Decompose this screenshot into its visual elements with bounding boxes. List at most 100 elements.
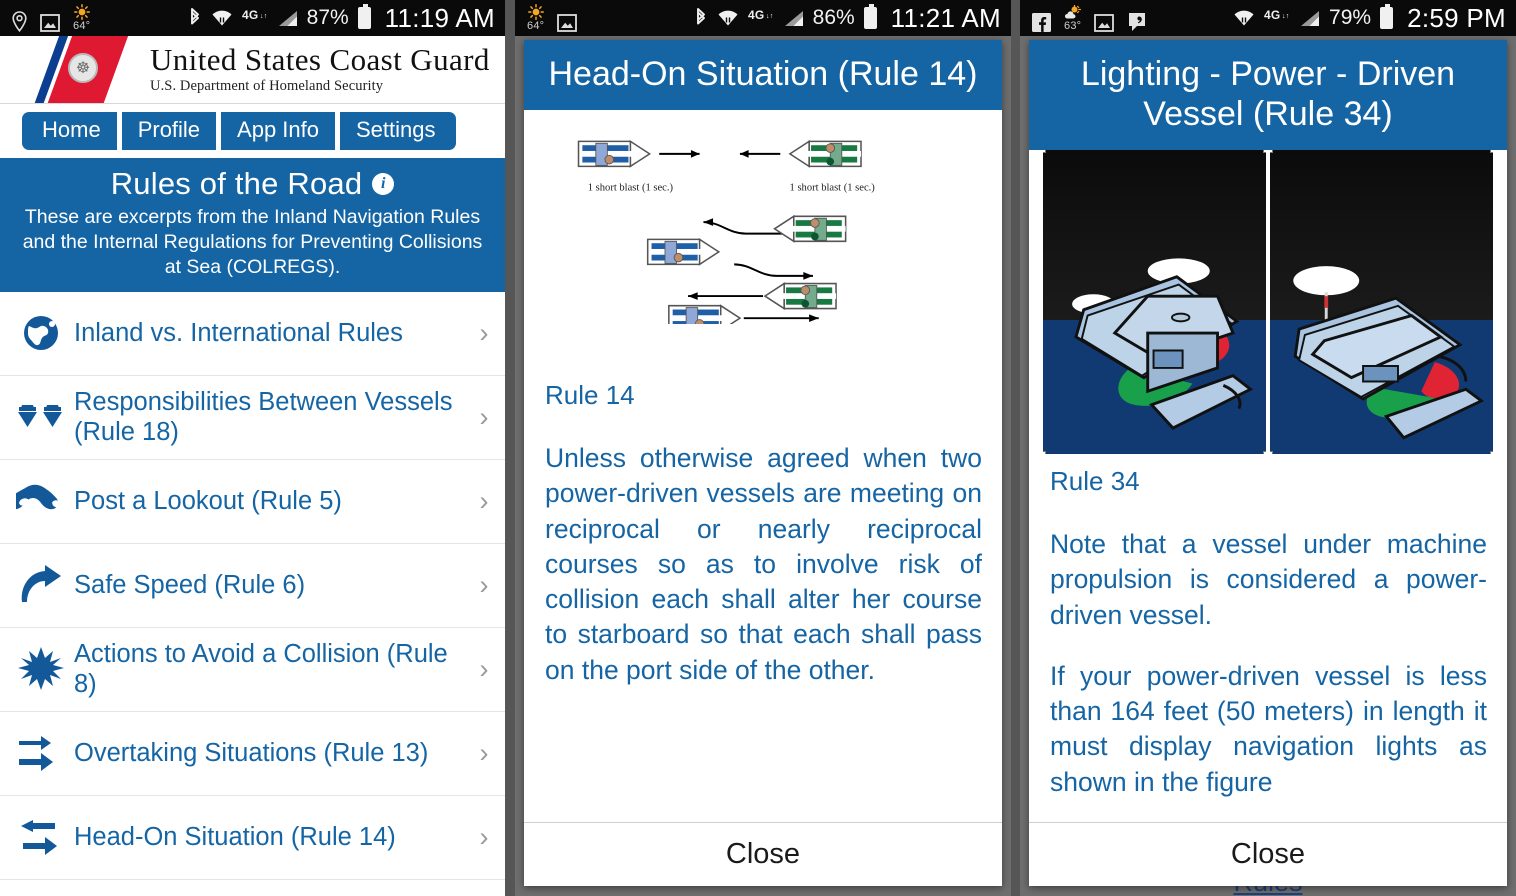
boat-blue-3	[668, 304, 742, 333]
screenshot-divider-2	[1011, 0, 1020, 896]
close-button[interactable]: Close	[726, 838, 800, 871]
signal-bars-icon	[783, 9, 804, 28]
status-bar-right-icons: 4G ↓↑ 86% 11:21 AM	[694, 3, 1001, 34]
top-nav-tabs: Home Profile App Info Settings	[0, 104, 505, 158]
battery-percent: 79%	[1329, 6, 1372, 29]
status-temperature: 63°	[1064, 19, 1082, 32]
list-item-post-a-lookout[interactable]: Post a Lookout (Rule 5) ›	[0, 460, 505, 544]
hangouts-icon	[1127, 12, 1147, 32]
rule-detail-dialog: Lighting - Power - Driven Vessel (Rule 3…	[1029, 40, 1507, 886]
picture-icon	[40, 14, 60, 32]
list-item-label: Post a Lookout (Rule 5)	[74, 487, 342, 516]
list-item-responsibilities-between-vessels[interactable]: Responsibilities Between Vessels (Rule 1…	[0, 376, 505, 460]
svg-text:↓↑: ↓↑	[260, 13, 267, 20]
dialog-title: Lighting - Power - Driven Vessel (Rule 3…	[1029, 40, 1507, 151]
status-bar: 63° 4G ↓↑ 79% 2:59 PM	[1020, 0, 1516, 36]
chevron-right-icon: ›	[479, 653, 489, 684]
lte-4g-icon: 4G ↓↑	[242, 8, 268, 28]
coast-guard-emblem-icon: ☸	[68, 52, 98, 83]
screen-lighting-power-driven-vessel-dialog: 63° 4G ↓↑ 79% 2:59 PM Lighting - Power -…	[1020, 0, 1516, 896]
battery-icon	[357, 4, 371, 29]
wifi-icon	[1233, 8, 1255, 28]
chevron-right-icon: ›	[479, 485, 489, 516]
list-item-actions-to-avoid-a-collision[interactable]: Actions to Avoid a Collision (Rule 8) ›	[0, 628, 505, 712]
app-brand-bar: ☸ United States Coast Guard U.S. Departm…	[0, 36, 505, 104]
two-vessels-icon	[8, 397, 74, 437]
svg-text:4G: 4G	[242, 8, 258, 22]
tab-profile[interactable]: Profile	[119, 112, 217, 150]
tab-settings[interactable]: Settings	[338, 112, 456, 150]
list-item-label: Head-On Situation (Rule 14)	[74, 823, 396, 852]
vessel-illustration-2	[1293, 266, 1485, 440]
selection-handle[interactable]	[1043, 150, 1046, 154]
battery-percent: 87%	[306, 6, 349, 29]
wifi-icon	[717, 8, 739, 28]
head-on-situation-diagram: 1 short blast (1 sec.) 1 short blast (1 …	[524, 110, 1002, 368]
status-bar-left-icons: 64°	[12, 4, 90, 32]
picture-icon	[1094, 13, 1115, 32]
selection-handle[interactable]	[1270, 150, 1273, 154]
navigation-lights-figure	[1029, 150, 1507, 455]
selection-handle[interactable]	[1263, 150, 1266, 154]
list-item-overtaking-situations[interactable]: Overtaking Situations (Rule 13) ›	[0, 712, 505, 796]
boat-blue-2	[646, 238, 721, 266]
brand-subtitle: U.S. Department of Homeland Security	[150, 77, 384, 94]
weather-sun-icon: 64°	[527, 4, 544, 32]
list-item-label: Actions to Avoid a Collision (Rule 8)	[74, 640, 448, 699]
chevron-right-icon: ›	[479, 821, 489, 852]
clock-time: 11:21 AM	[890, 2, 1001, 33]
svg-text:↓↑: ↓↑	[766, 13, 773, 20]
brand-title: United States Coast Guard	[150, 42, 490, 78]
clock-time: 2:59 PM	[1407, 2, 1506, 33]
selection-handle[interactable]	[1490, 150, 1493, 154]
wifi-icon	[211, 8, 233, 28]
chevron-right-icon: ›	[479, 737, 489, 768]
boat-green-2	[773, 215, 847, 243]
section-description: These are excerpts from the Inland Navig…	[22, 206, 483, 278]
status-bar: 64° 4G ↓↑ 86% 11:21 AM	[515, 0, 1011, 36]
collision-burst-icon	[8, 646, 74, 692]
brand-text: United States Coast Guard U.S. Departmen…	[150, 44, 490, 95]
figure-caption-left: 1 short blast (1 sec.)	[588, 182, 674, 193]
bluetooth-icon	[694, 7, 708, 29]
head-on-diagram-svg: 1 short blast (1 sec.) 1 short blast (1 …	[577, 140, 875, 333]
list-item-safe-speed[interactable]: Safe Speed (Rule 6) ›	[0, 544, 505, 628]
bluetooth-icon	[188, 7, 202, 29]
svg-text:↓↑: ↓↑	[1282, 13, 1289, 20]
coast-guard-racing-stripe-logo: ☸	[31, 36, 138, 103]
signal-bars-icon	[277, 9, 298, 28]
chevron-right-icon: ›	[479, 317, 489, 348]
boat-green-1	[788, 140, 862, 168]
curved-arrow-icon	[8, 564, 74, 606]
battery-icon	[863, 4, 877, 29]
rule-heading: Rule 14	[545, 380, 635, 411]
info-icon[interactable]: i	[372, 173, 395, 195]
dialog-body: Rule 34 Note that a vessel under machine…	[1029, 150, 1507, 822]
list-item-inland-vs-international-rules[interactable]: Inland vs. International Rules ›	[0, 292, 505, 376]
dialog-title: Head-On Situation (Rule 14)	[524, 40, 1002, 111]
battery-icon	[1380, 4, 1394, 29]
status-bar-right-icons: 4G ↓↑ 79% 2:59 PM	[1233, 3, 1506, 34]
page-title-row: Rules of the Road i	[10, 166, 495, 202]
close-button[interactable]: Close	[1231, 838, 1305, 871]
list-item-label: Overtaking Situations (Rule 13)	[74, 739, 429, 768]
weather-sun-icon: 64°	[73, 4, 90, 32]
status-temperature: 64°	[73, 20, 91, 32]
status-bar-left-icons: 63°	[1032, 4, 1147, 32]
tab-app-info[interactable]: App Info	[219, 112, 335, 150]
section-header-rules-of-the-road: Rules of the Road i These are excerpts f…	[0, 158, 505, 292]
list-item-head-on-situation[interactable]: Head-On Situation (Rule 14) ›	[0, 796, 505, 880]
battery-percent: 86%	[812, 6, 855, 29]
status-temperature: 64°	[527, 20, 545, 32]
rule-detail-dialog: Head-On Situation (Rule 14) 1 short blas…	[524, 40, 1002, 886]
selection-handle[interactable]	[1263, 451, 1266, 455]
two-right-arrows-icon	[8, 731, 74, 775]
status-bar: 64° 4G ↓↑ 87% 11:19 AM	[0, 0, 505, 36]
status-bar-left-icons: 64°	[527, 4, 578, 32]
selection-handle[interactable]	[1270, 451, 1273, 455]
signal-bars-icon	[1299, 9, 1320, 28]
selection-handle[interactable]	[1043, 451, 1046, 455]
selection-handle[interactable]	[1490, 451, 1493, 455]
tab-home[interactable]: Home	[22, 112, 117, 150]
lte-4g-icon: 4G ↓↑	[1264, 8, 1290, 28]
